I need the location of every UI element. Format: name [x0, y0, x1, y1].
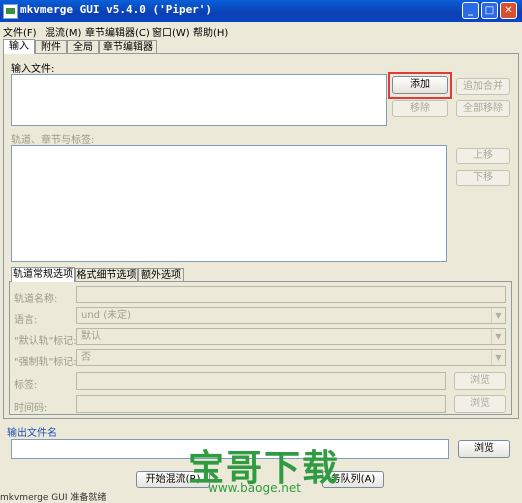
- app-icon: [3, 4, 18, 19]
- menu-help[interactable]: 帮助(H): [193, 24, 228, 39]
- add-button[interactable]: 添加: [392, 76, 448, 94]
- remove-all-button[interactable]: 全部移除: [456, 100, 510, 117]
- move-up-button[interactable]: 上移: [456, 148, 510, 164]
- timecodes-browse-button[interactable]: 浏览: [454, 395, 506, 413]
- tab-format-specific-options[interactable]: 格式细节选项: [75, 268, 138, 282]
- close-button[interactable]: ✕: [500, 2, 517, 19]
- timecodes-label: 时间码:: [14, 403, 48, 414]
- forced-flag-select[interactable]: 否 ▼: [76, 349, 506, 366]
- title-bar: mkvmerge GUI v5.4.0 ('Piper') _ □ ✕: [0, 0, 522, 22]
- forced-flag-value: 否: [81, 352, 91, 363]
- tab-general-track-options[interactable]: 轨道常规选项: [11, 267, 75, 282]
- chevron-down-icon: ▼: [491, 329, 505, 344]
- tags-browse-button[interactable]: 浏览: [454, 372, 506, 390]
- output-filename-label: 输出文件名: [7, 428, 57, 439]
- timecodes-input[interactable]: [76, 395, 446, 413]
- menu-bar: 文件(F) 混流(M) 章节编辑器(C) 窗口(W) 帮助(H): [0, 22, 522, 39]
- tab-global[interactable]: 全局: [67, 40, 99, 54]
- chevron-down-icon: ▼: [491, 350, 505, 365]
- status-bar: mkvmerge GUI 准备就绪: [0, 493, 107, 503]
- language-value: und (未定): [81, 310, 132, 321]
- tracks-list[interactable]: [11, 145, 447, 262]
- tags-input[interactable]: [76, 372, 446, 390]
- menu-chapter-editor[interactable]: 章节编辑器(C): [85, 24, 150, 39]
- tab-input[interactable]: 输入: [3, 39, 35, 54]
- tracks-label: 轨道、章节与标签:: [11, 135, 95, 146]
- track-name-input[interactable]: [76, 286, 506, 303]
- menu-file[interactable]: 文件(F): [3, 24, 37, 39]
- output-browse-button[interactable]: 浏览: [458, 440, 510, 458]
- default-flag-label: "默认轨"标记:: [14, 336, 77, 347]
- move-down-button[interactable]: 下移: [456, 170, 510, 186]
- append-button[interactable]: 追加合并: [456, 78, 510, 95]
- forced-flag-label: "强制轨"标记:: [14, 357, 77, 368]
- tab-chapter-editor[interactable]: 章节编辑器: [99, 40, 157, 54]
- tags-label: 标签:: [14, 380, 38, 391]
- menu-window[interactable]: 窗口(W): [152, 24, 190, 39]
- menu-mux[interactable]: 混流(M): [45, 24, 81, 39]
- watermark-url: www.baoge.net: [208, 481, 301, 495]
- remove-button[interactable]: 移除: [392, 100, 448, 117]
- maximize-button[interactable]: □: [481, 2, 498, 19]
- chevron-down-icon: ▼: [491, 308, 505, 323]
- tab-attachments[interactable]: 附件: [35, 40, 67, 54]
- tab-extra-options[interactable]: 额外选项: [138, 268, 184, 282]
- language-select[interactable]: und (未定) ▼: [76, 307, 506, 324]
- language-label: 语言:: [14, 315, 38, 326]
- track-name-label: 轨道名称:: [14, 294, 58, 305]
- input-files-label: 输入文件:: [11, 64, 55, 75]
- default-flag-select[interactable]: 默认 ▼: [76, 328, 506, 345]
- minimize-button[interactable]: _: [462, 2, 479, 19]
- window-title: mkvmerge GUI v5.4.0 ('Piper'): [20, 3, 213, 16]
- default-flag-value: 默认: [81, 331, 101, 342]
- input-files-list[interactable]: [11, 74, 387, 126]
